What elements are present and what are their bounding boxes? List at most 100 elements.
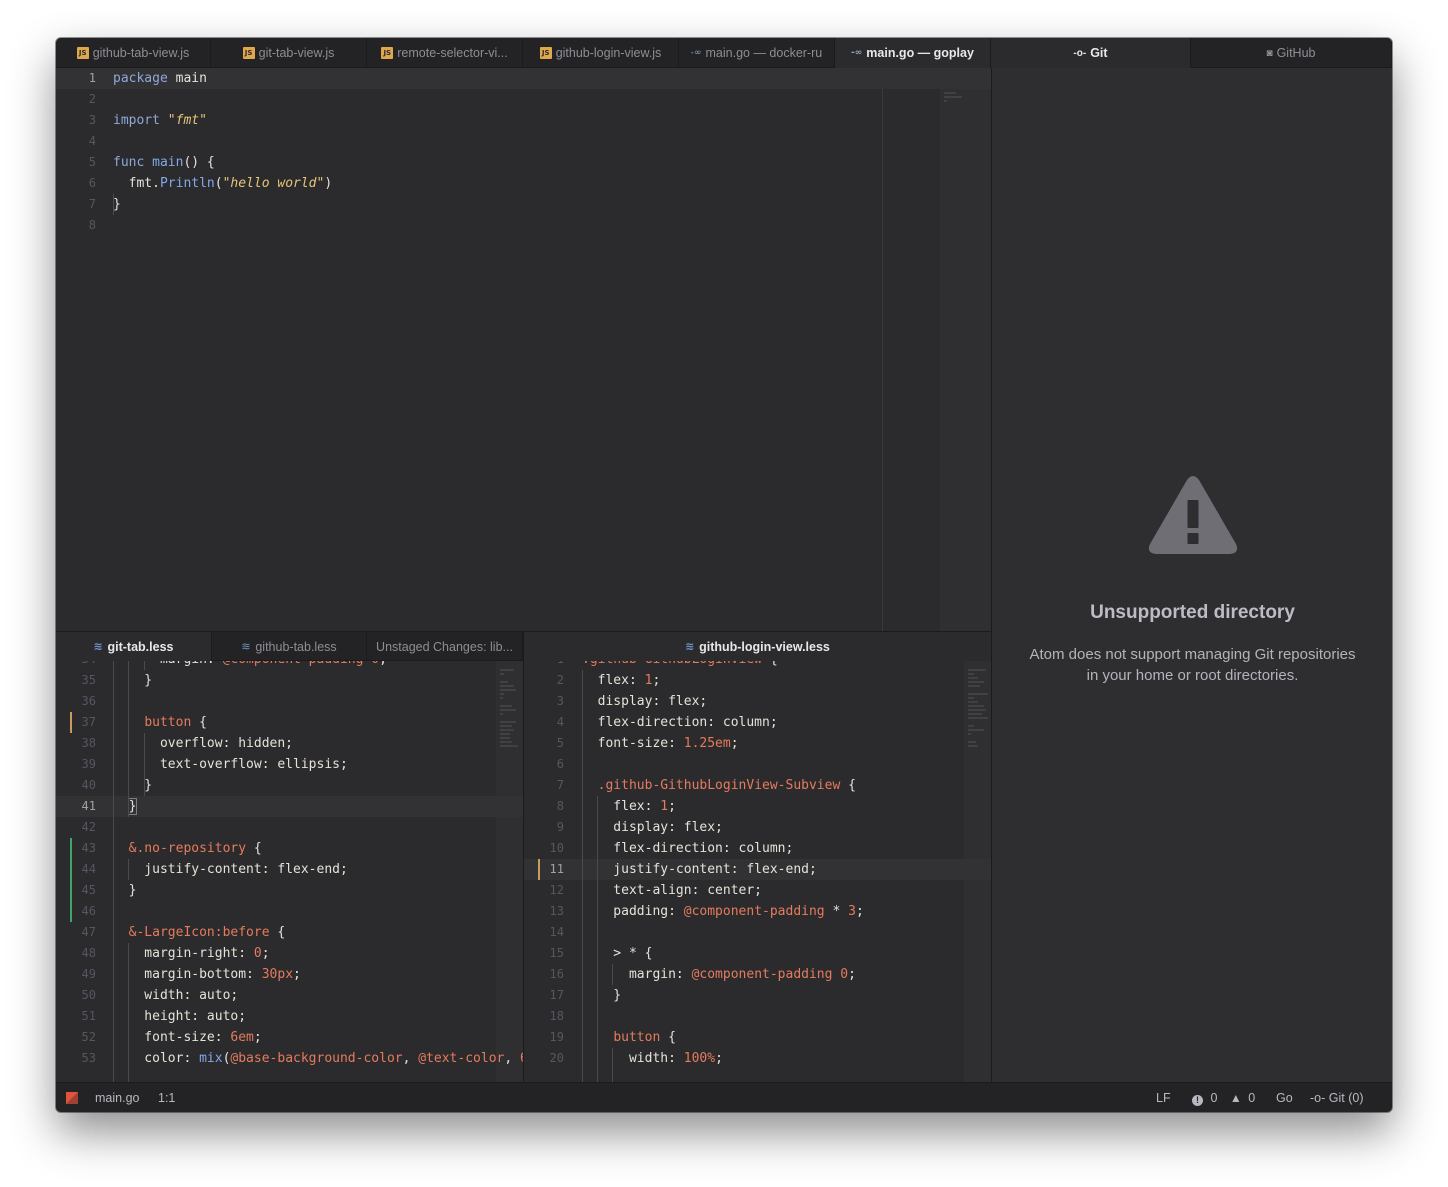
code-line[interactable]: 14 (524, 922, 991, 943)
line-number[interactable]: 41 (56, 796, 96, 817)
line-number[interactable]: 45 (56, 880, 96, 901)
tab-3[interactable]: JS github-login-view.js (523, 38, 679, 68)
status-diagnostics[interactable]: ! 0 ▲ 0 (1192, 1083, 1255, 1112)
tab-4[interactable]: -∞ main.go — docker-ru (679, 38, 835, 68)
code-line[interactable]: 8 flex: 1; (524, 796, 991, 817)
line-number[interactable]: 3 (524, 691, 564, 712)
code-line[interactable]: 10 flex-direction: column; (524, 838, 991, 859)
code-line[interactable]: 18 (524, 1006, 991, 1027)
line-number[interactable]: 15 (524, 943, 564, 964)
tab-1[interactable]: ◙ GitHub (1191, 38, 1392, 68)
line-number[interactable]: 53 (56, 1048, 96, 1069)
line-number[interactable]: 13 (524, 901, 564, 922)
line-number[interactable]: 19 (524, 1027, 564, 1048)
code-line[interactable]: 15 > * { (524, 943, 991, 964)
code-line[interactable]: 19 button { (524, 1027, 991, 1048)
line-number[interactable]: 35 (56, 670, 96, 691)
code-line[interactable]: 20 width: 100%; (524, 1048, 991, 1069)
tab-1[interactable]: JS git-tab-view.js (211, 38, 367, 68)
code-line[interactable]: 38 overflow: hidden; (56, 733, 523, 754)
code-line[interactable]: 1 .github-GithubLoginView { (524, 661, 991, 670)
line-number[interactable]: 37 (56, 712, 96, 733)
line-number[interactable]: 1 (524, 661, 564, 670)
line-number[interactable]: 9 (524, 817, 564, 838)
code-line[interactable]: 13 padding: @component-padding * 3; (524, 901, 991, 922)
code-line[interactable]: 50 width: auto; (56, 985, 523, 1006)
code-line[interactable]: 44 justify-content: flex-end; (56, 859, 523, 880)
code-line[interactable]: 3 display: flex; (524, 691, 991, 712)
code-line[interactable]: 35 } (56, 670, 523, 691)
line-number[interactable]: 40 (56, 775, 96, 796)
code-line[interactable]: 37 button { (56, 712, 523, 733)
code-line[interactable]: 42 (56, 817, 523, 838)
tab-1[interactable]: ≋ github-tab.less (212, 632, 367, 662)
line-number[interactable]: 10 (524, 838, 564, 859)
line-number[interactable]: 46 (56, 901, 96, 922)
status-git[interactable]: -o- Git (0) (1310, 1083, 1364, 1112)
code-line[interactable]: 40 } (56, 775, 523, 796)
code-line[interactable]: 53 color: mix(@base-background-color, @t… (56, 1048, 523, 1069)
code-line[interactable]: 3 import "fmt" (56, 110, 991, 131)
line-number[interactable]: 47 (56, 922, 96, 943)
line-number[interactable]: 38 (56, 733, 96, 754)
code-line[interactable]: 45 } (56, 880, 523, 901)
status-file-name[interactable]: main.go (95, 1083, 139, 1112)
line-number[interactable]: 52 (56, 1027, 96, 1048)
line-number[interactable]: 49 (56, 964, 96, 985)
code-area[interactable]: 34 margin: @component-padding 0;35 }3637… (56, 661, 523, 1082)
code-line[interactable]: 4 flex-direction: column; (524, 712, 991, 733)
code-line[interactable]: 43 &.no-repository { (56, 838, 523, 859)
line-number[interactable]: 20 (524, 1048, 564, 1069)
tab-2[interactable]: Unstaged Changes: lib... (367, 632, 523, 662)
line-number[interactable]: 5 (56, 152, 96, 173)
code-line[interactable]: 5 func main() { (56, 152, 991, 173)
code-line[interactable]: 4 (56, 131, 991, 152)
code-line[interactable]: 6 (524, 754, 991, 775)
main-editor[interactable]: 1 package main 2 3 import "fmt" 4 5 func main()… (56, 68, 991, 631)
line-number[interactable]: 6 (56, 173, 96, 194)
line-number[interactable]: 4 (56, 131, 96, 152)
line-number[interactable]: 2 (524, 670, 564, 691)
line-number[interactable]: 7 (524, 775, 564, 796)
bottom-right-editor[interactable]: 1.github-GithubLoginView {2 flex: 1;3 di… (523, 661, 991, 1082)
tab-0[interactable]: JS github-tab-view.js (56, 38, 211, 68)
code-line[interactable]: 39 text-overflow: ellipsis; (56, 754, 523, 775)
code-line[interactable]: 8 (56, 215, 991, 236)
code-area[interactable]: 1.github-GithubLoginView {2 flex: 1;3 di… (524, 661, 991, 1082)
file-status-icon[interactable] (66, 1092, 78, 1104)
line-number[interactable]: 4 (524, 712, 564, 733)
code-line[interactable]: 5 font-size: 1.25em; (524, 733, 991, 754)
code-line[interactable]: 46 (56, 901, 523, 922)
line-number[interactable]: 39 (56, 754, 96, 775)
line-number[interactable]: 3 (56, 110, 96, 131)
line-number[interactable]: 44 (56, 859, 96, 880)
line-number[interactable]: 18 (524, 1006, 564, 1027)
line-number[interactable]: 8 (524, 796, 564, 817)
code-line[interactable]: 7 .github-GithubLoginView-Subview { (524, 775, 991, 796)
line-number[interactable]: 17 (524, 985, 564, 1006)
line-number[interactable]: 6 (524, 754, 564, 775)
code-line[interactable]: 52 font-size: 6em; (56, 1027, 523, 1048)
code-line[interactable]: 17 } (524, 985, 991, 1006)
code-line[interactable]: 1 package main (56, 68, 991, 89)
line-number[interactable]: 34 (56, 661, 96, 670)
code-line[interactable]: 12 text-align: center; (524, 880, 991, 901)
code-line[interactable]: 16 margin: @component-padding 0; (524, 964, 991, 985)
code-line[interactable]: 41 } (56, 796, 523, 817)
line-number[interactable]: 1 (56, 68, 96, 89)
code-area[interactable]: 1 package main 2 3 import "fmt" 4 5 func main()… (56, 68, 991, 236)
line-number[interactable]: 2 (56, 89, 96, 110)
status-grammar[interactable]: Go (1276, 1083, 1293, 1112)
code-line[interactable]: 51 height: auto; (56, 1006, 523, 1027)
status-cursor-position[interactable]: 1:1 (158, 1083, 175, 1112)
line-number[interactable]: 50 (56, 985, 96, 1006)
line-number[interactable]: 8 (56, 215, 96, 236)
line-number[interactable]: 5 (524, 733, 564, 754)
tab-0[interactable]: -o- Git (991, 38, 1191, 68)
line-number[interactable]: 36 (56, 691, 96, 712)
code-line[interactable]: 34 margin: @component-padding 0; (56, 661, 523, 670)
code-line[interactable]: 49 margin-bottom: 30px; (56, 964, 523, 985)
tab-0[interactable]: ≋ git-tab.less (56, 632, 212, 662)
code-line[interactable]: 2 (56, 89, 991, 110)
code-line[interactable]: 6 fmt.Println("hello world") (56, 173, 991, 194)
